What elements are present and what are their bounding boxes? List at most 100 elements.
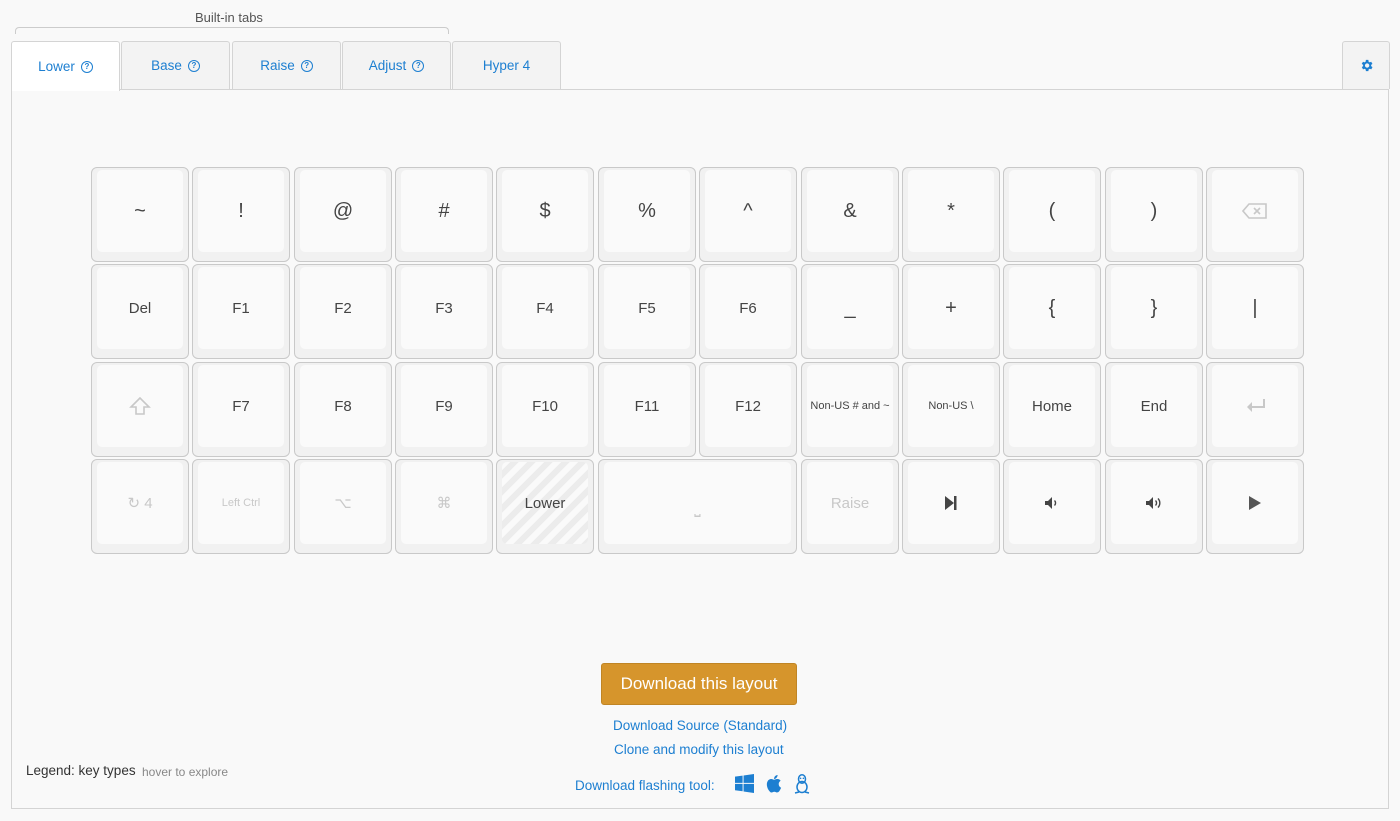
tab-adjust[interactable]: Adjust? [342,41,451,89]
tab-base[interactable]: Base? [121,41,230,89]
key-f9[interactable]: F9 [395,362,493,457]
tab-label: Hyper 4 [482,58,531,73]
apple-icon[interactable] [765,774,785,794]
key-cap: Del [97,267,183,349]
key-label: ( [1048,199,1056,222]
key-f7[interactable]: F7 [192,362,290,457]
key-cap: # [401,170,487,252]
key-symbol[interactable]: @ [294,167,392,262]
key-left-ctrl[interactable]: Left Ctrl [192,459,290,554]
key-f2[interactable]: F2 [294,264,392,359]
key-cap: % [604,170,690,252]
key-symbol[interactable]: ⌘ [395,459,493,554]
key-cap: F4 [502,267,588,349]
key-cap: } [1111,267,1197,349]
key-f10[interactable]: F10 [496,362,594,457]
legend-label[interactable]: Legend: key types [26,763,136,778]
key-label: ~ [134,199,146,222]
key-symbol[interactable]: + [902,264,1000,359]
key-symbol[interactable]: * [902,167,1000,262]
key-cap: F7 [198,365,284,447]
key-non-us[interactable]: Non-US \ [902,362,1000,457]
download-source-link[interactable]: Download Source (Standard) [613,718,787,733]
key-symbol[interactable]: ⎵ [598,459,797,554]
key-cap: ⌘ [401,462,487,544]
key-symbol[interactable]: ! [192,167,290,262]
key-cap: F12 [705,365,791,447]
key-symbol[interactable]: { [1003,264,1101,359]
key-label: F9 [435,397,453,415]
key-symbol[interactable]: ⌥ [294,459,392,554]
key-label: $ [539,199,551,222]
key-f3[interactable]: F3 [395,264,493,359]
key-volume-up[interactable] [1105,459,1203,554]
key-label: ⌘ [436,495,452,512]
key-label: # [438,199,450,222]
key-symbol[interactable]: & [801,167,899,262]
key-label: Raise [830,494,870,512]
key-lower[interactable]: Lower [496,459,594,554]
key-end[interactable]: End [1105,362,1203,457]
key-enter[interactable] [1206,362,1304,457]
key-f11[interactable]: F11 [598,362,696,457]
windows-icon[interactable] [735,774,755,794]
tab-lower[interactable]: Lower? [11,41,120,91]
key-f8[interactable]: F8 [294,362,392,457]
key-f6[interactable]: F6 [699,264,797,359]
key-label: _ [844,296,856,319]
key-symbol[interactable]: _ [801,264,899,359]
gear-icon [1361,59,1372,72]
key-symbol[interactable]: $ [496,167,594,262]
key-backspace[interactable] [1206,167,1304,262]
key-symbol[interactable]: ^ [699,167,797,262]
help-icon[interactable]: ? [300,59,313,72]
key-f12[interactable]: F12 [699,362,797,457]
tab-label: Lower [38,59,75,74]
help-icon[interactable]: ? [187,59,200,72]
key-symbol[interactable]: } [1105,264,1203,359]
key-label: ⎵ [694,500,701,517]
key-cap: { [1009,267,1095,349]
key-symbol[interactable]: ~ [91,167,189,262]
key-f4[interactable]: F4 [496,264,594,359]
tab-label: Adjust [368,58,407,73]
key-cap: ↻ 4 [97,462,183,544]
key-label: ⌥ [334,495,352,512]
key-del[interactable]: Del [91,264,189,359]
key-cap: F8 [300,365,386,447]
help-icon[interactable]: ? [412,59,425,72]
key-non-us-and[interactable]: Non-US # and ~ [801,362,899,457]
backspace-icon [1242,203,1268,219]
key-label: ! [238,199,244,222]
flashing-tool-label: Download flashing tool: [575,778,715,793]
settings-tab[interactable] [1342,41,1390,89]
clone-modify-link[interactable]: Clone and modify this layout [614,742,784,757]
key-next-track[interactable] [902,459,1000,554]
key-cap: ! [198,170,284,252]
key-symbol[interactable]: ) [1105,167,1203,262]
key-cap: End [1111,365,1197,447]
key-cap [1009,462,1095,544]
tab-hyper-4[interactable]: Hyper 4 [452,41,561,89]
key-raise[interactable]: Raise [801,459,899,554]
key-volume-down[interactable] [1003,459,1101,554]
next-track-icon [944,495,958,511]
key-symbol[interactable]: % [598,167,696,262]
key-f1[interactable]: F1 [192,264,290,359]
key-shift[interactable] [91,362,189,457]
tab-raise[interactable]: Raise? [232,41,341,89]
download-layout-button[interactable]: Download this layout [601,663,797,705]
key-home[interactable]: Home [1003,362,1101,457]
key-symbol[interactable]: ( [1003,167,1101,262]
help-icon[interactable]: ? [80,60,93,73]
key-f5[interactable]: F5 [598,264,696,359]
key-symbol[interactable]: | [1206,264,1304,359]
linux-icon[interactable] [794,774,814,794]
key-cap: F5 [604,267,690,349]
key-play[interactable] [1206,459,1304,554]
key-label: ↻ 4 [127,495,153,512]
key-4[interactable]: ↻ 4 [91,459,189,554]
key-cap: F9 [401,365,487,447]
key-cap: | [1212,267,1298,349]
key-symbol[interactable]: # [395,167,493,262]
